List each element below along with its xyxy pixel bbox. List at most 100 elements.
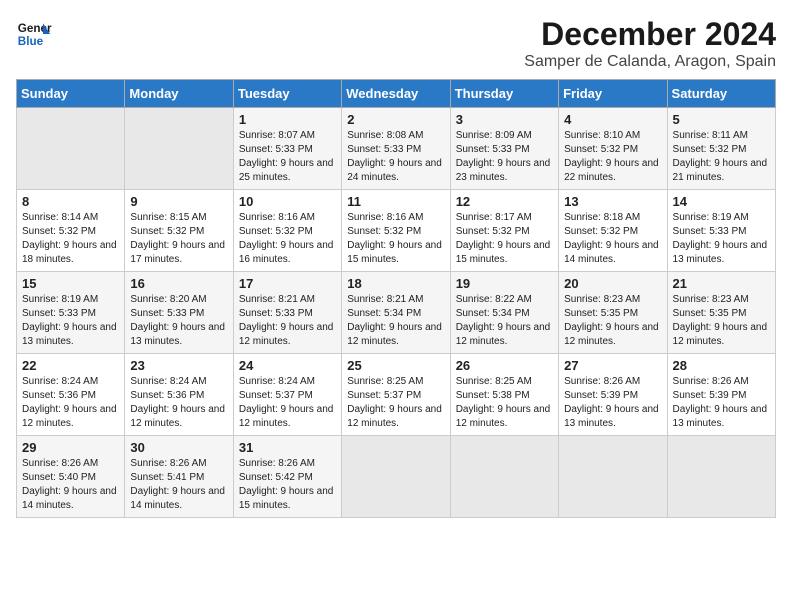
calendar-cell: 24 Sunrise: 8:24 AMSunset: 5:37 PMDayligh… [233,354,341,436]
calendar-cell: 18 Sunrise: 8:21 AMSunset: 5:34 PMDayligh… [342,272,450,354]
day-info: Sunrise: 8:26 AMSunset: 5:39 PMDaylight:… [564,375,661,431]
day-info: Sunrise: 8:26 AMSunset: 5:42 PMDaylight:… [239,457,336,513]
weekday-header-monday: Monday [125,80,233,108]
calendar-cell: 21 Sunrise: 8:23 AMSunset: 5:35 PMDayligh… [667,272,775,354]
day-number: 21 [673,276,770,291]
day-info: Sunrise: 8:08 AMSunset: 5:33 PMDaylight:… [347,129,444,185]
day-number: 28 [673,358,770,373]
calendar-cell: 28 Sunrise: 8:26 AMSunset: 5:39 PMDayligh… [667,354,775,436]
day-info: Sunrise: 8:24 AMSunset: 5:37 PMDaylight:… [239,375,336,431]
svg-text:Blue: Blue [18,35,44,48]
day-info: Sunrise: 8:23 AMSunset: 5:35 PMDaylight:… [673,293,770,349]
calendar-cell [17,108,125,190]
weekday-header-row: SundayMondayTuesdayWednesdayThursdayFrid… [17,80,776,108]
day-info: Sunrise: 8:25 AMSunset: 5:37 PMDaylight:… [347,375,444,431]
day-info: Sunrise: 8:17 AMSunset: 5:32 PMDaylight:… [456,211,553,267]
day-info: Sunrise: 8:26 AMSunset: 5:40 PMDaylight:… [22,457,119,513]
calendar-cell: 25 Sunrise: 8:25 AMSunset: 5:37 PMDayligh… [342,354,450,436]
day-info: Sunrise: 8:19 AMSunset: 5:33 PMDaylight:… [673,211,770,267]
calendar-cell: 17 Sunrise: 8:21 AMSunset: 5:33 PMDayligh… [233,272,341,354]
day-info: Sunrise: 8:22 AMSunset: 5:34 PMDaylight:… [456,293,553,349]
calendar-cell [559,436,667,518]
day-number: 3 [456,112,553,127]
day-number: 9 [130,194,227,209]
calendar-cell: 30 Sunrise: 8:26 AMSunset: 5:41 PMDayligh… [125,436,233,518]
calendar-cell: 1 Sunrise: 8:07 AMSunset: 5:33 PMDaylight… [233,108,341,190]
day-info: Sunrise: 8:16 AMSunset: 5:32 PMDaylight:… [347,211,444,267]
day-number: 18 [347,276,444,291]
calendar-cell: 20 Sunrise: 8:23 AMSunset: 5:35 PMDayligh… [559,272,667,354]
calendar-cell: 2 Sunrise: 8:08 AMSunset: 5:33 PMDaylight… [342,108,450,190]
day-number: 27 [564,358,661,373]
location-title: Samper de Calanda, Aragon, Spain [524,53,776,71]
day-info: Sunrise: 8:14 AMSunset: 5:32 PMDaylight:… [22,211,119,267]
day-number: 25 [347,358,444,373]
day-number: 24 [239,358,336,373]
calendar-cell: 29 Sunrise: 8:26 AMSunset: 5:40 PMDayligh… [17,436,125,518]
calendar-cell: 19 Sunrise: 8:22 AMSunset: 5:34 PMDayligh… [450,272,558,354]
calendar-week-row: 29 Sunrise: 8:26 AMSunset: 5:40 PMDayligh… [17,436,776,518]
calendar-cell: 10 Sunrise: 8:16 AMSunset: 5:32 PMDayligh… [233,190,341,272]
day-info: Sunrise: 8:26 AMSunset: 5:41 PMDaylight:… [130,457,227,513]
calendar-cell [450,436,558,518]
day-number: 26 [456,358,553,373]
weekday-header-saturday: Saturday [667,80,775,108]
weekday-header-friday: Friday [559,80,667,108]
day-number: 1 [239,112,336,127]
day-info: Sunrise: 8:25 AMSunset: 5:38 PMDaylight:… [456,375,553,431]
day-info: Sunrise: 8:26 AMSunset: 5:39 PMDaylight:… [673,375,770,431]
day-info: Sunrise: 8:21 AMSunset: 5:33 PMDaylight:… [239,293,336,349]
calendar-cell: 23Sunrise: 8:24 AMSunset: 5:36 PMDayligh… [125,354,233,436]
day-number: 29 [22,440,119,455]
calendar-cell [667,436,775,518]
day-number: 2 [347,112,444,127]
calendar-cell: 15 Sunrise: 8:19 AMSunset: 5:33 PMDayligh… [17,272,125,354]
day-info: Sunrise: 8:21 AMSunset: 5:34 PMDaylight:… [347,293,444,349]
day-number: 15 [22,276,119,291]
weekday-header-sunday: Sunday [17,80,125,108]
day-info: Sunrise: 8:11 AMSunset: 5:32 PMDaylight:… [673,129,770,185]
calendar-week-row: 1 Sunrise: 8:07 AMSunset: 5:33 PMDaylight… [17,108,776,190]
calendar-cell [125,108,233,190]
header: General Blue December 2024 Samper de Cal… [16,16,776,71]
day-number: 4 [564,112,661,127]
day-info: Sunrise: 8:20 AMSunset: 5:33 PMDaylight:… [130,293,227,349]
calendar-cell: 8 Sunrise: 8:14 AMSunset: 5:32 PMDaylight… [17,190,125,272]
logo-icon: General Blue [16,16,52,52]
day-number: 19 [456,276,553,291]
day-number: 14 [673,194,770,209]
day-number: 17 [239,276,336,291]
weekday-header-thursday: Thursday [450,80,558,108]
day-info: Sunrise: 8:24 AMSunset: 5:36 PMDaylight:… [22,375,119,431]
calendar-cell: 5 Sunrise: 8:11 AMSunset: 5:32 PMDaylight… [667,108,775,190]
weekday-header-wednesday: Wednesday [342,80,450,108]
day-info: Sunrise: 8:15 AMSunset: 5:32 PMDaylight:… [130,211,227,267]
calendar-cell: 9 Sunrise: 8:15 AMSunset: 5:32 PMDaylight… [125,190,233,272]
day-number: 5 [673,112,770,127]
calendar-cell: 14 Sunrise: 8:19 AMSunset: 5:33 PMDayligh… [667,190,775,272]
calendar-week-row: 8 Sunrise: 8:14 AMSunset: 5:32 PMDaylight… [17,190,776,272]
day-info: Sunrise: 8:23 AMSunset: 5:35 PMDaylight:… [564,293,661,349]
day-number: 10 [239,194,336,209]
day-info: Sunrise: 8:09 AMSunset: 5:33 PMDaylight:… [456,129,553,185]
month-title: December 2024 [524,16,776,53]
day-number: 8 [22,194,119,209]
calendar-week-row: 22Sunrise: 8:24 AMSunset: 5:36 PMDayligh… [17,354,776,436]
calendar-week-row: 15 Sunrise: 8:19 AMSunset: 5:33 PMDayligh… [17,272,776,354]
day-number: 16 [130,276,227,291]
calendar-cell: 12 Sunrise: 8:17 AMSunset: 5:32 PMDayligh… [450,190,558,272]
calendar-cell: 4Sunrise: 8:10 AMSunset: 5:32 PMDaylight… [559,108,667,190]
title-area: December 2024 Samper de Calanda, Aragon,… [524,16,776,71]
day-info: Sunrise: 8:19 AMSunset: 5:33 PMDaylight:… [22,293,119,349]
day-number: 31 [239,440,336,455]
calendar-cell: 22Sunrise: 8:24 AMSunset: 5:36 PMDayligh… [17,354,125,436]
day-info: Sunrise: 8:16 AMSunset: 5:32 PMDaylight:… [239,211,336,267]
day-number: 30 [130,440,227,455]
day-number: 12 [456,194,553,209]
weekday-header-tuesday: Tuesday [233,80,341,108]
day-number: 20 [564,276,661,291]
day-info: Sunrise: 8:07 AMSunset: 5:33 PMDaylight:… [239,129,336,185]
day-number: 11 [347,194,444,209]
logo: General Blue [16,16,52,52]
calendar-cell: 13Sunrise: 8:18 AMSunset: 5:32 PMDayligh… [559,190,667,272]
